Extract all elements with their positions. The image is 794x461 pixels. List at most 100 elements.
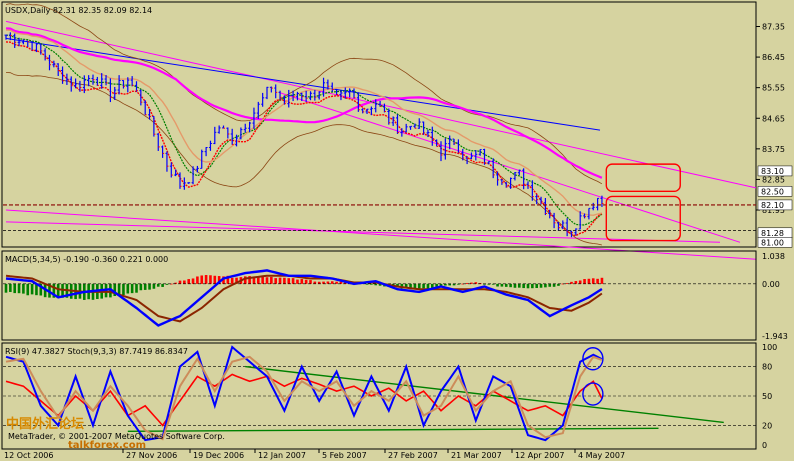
macd-histogram-bar [518,283,521,288]
macd-histogram-bar [417,283,421,289]
oscillator-tick-label: 20 [762,421,772,430]
macd-histogram-bar [209,275,212,284]
macd-histogram-bar [283,277,286,284]
macd-histogram-bar [296,279,299,284]
macd-histogram-bar [522,283,525,289]
price-panel-title: USDX,Daily 82.31 82.35 82.09 82.14 [5,6,152,15]
macd-histogram-bar [513,283,517,288]
macd-histogram-bar [161,283,164,287]
macd-histogram-bar [309,280,312,284]
macd-histogram-bar [30,283,34,295]
time-tick-label: 27 Feb 2007 [388,451,438,460]
macd-histogram-bar [274,278,277,284]
macd-histogram-bar [531,283,534,289]
macd-tick-label: 0.00 [762,280,780,289]
macd-histogram-bar [165,283,169,285]
macd-panel-title: MACD(5,34,5) -0.190 -0.360 0.221 0.000 [5,255,168,264]
macd-histogram-bar [539,283,543,288]
macd-histogram-bar [535,283,538,289]
oscillator-tick-label: 80 [762,363,772,372]
macd-histogram-bar [213,275,217,284]
macd-histogram-bar [544,283,547,288]
macd-histogram-bar [300,279,304,284]
time-tick-label: 4 May 2007 [578,451,625,460]
macd-histogram-bar [500,283,504,287]
macd-histogram-bar [578,280,582,284]
macd-histogram-bar [130,283,134,294]
macd-histogram-bar [504,283,508,287]
oscillator-tick-label: 0 [762,441,767,450]
macd-histogram-bar [304,279,308,284]
macd-histogram-bar [204,275,208,284]
price-tag-label: 81.00 [761,238,784,247]
macd-histogram-bar [191,278,195,284]
macd-histogram-bar [56,283,60,298]
macd-histogram-bar [230,277,234,284]
macd-histogram-bar [596,278,599,284]
price-tick-label: 85.55 [762,84,785,93]
macd-histogram-bar [196,276,199,284]
macd-histogram-bar [200,275,204,284]
macd-histogram-bar [587,278,591,284]
macd-histogram-bar [422,283,425,289]
macd-histogram-bar [4,283,8,293]
time-tick-label: 21 Mar 2007 [451,451,502,460]
oscillator-tick-label: 100 [762,343,777,352]
price-tag-label: 82.10 [761,201,784,210]
time-tick-label: 27 Nov 2006 [126,451,177,460]
price-tick-label: 82.85 [762,175,785,184]
time-tick-label: 5 Feb 2007 [322,451,367,460]
time-tick-label: 19 Dec 2006 [193,451,244,460]
macd-tick-label: 1.038 [762,252,785,261]
macd-histogram-bar [335,281,338,284]
macd-histogram-bar [22,283,25,294]
price-tick-label: 87.35 [762,22,785,31]
macd-histogram-bar [139,283,143,291]
macd-histogram-bar [326,281,330,284]
corner-date: 12 Oct 2006 [4,451,53,460]
macd-histogram-bar [583,279,586,284]
macd-histogram-bar [135,283,138,293]
oscillator-panel-title: RSI(9) 47.3827 Stoch(9,3,3) 87.7419 86.8… [5,347,188,356]
macd-histogram-bar [126,283,130,294]
price-tick-label: 84.65 [762,114,785,123]
macd-histogram-bar [183,280,186,284]
macd-histogram-bar [591,278,595,284]
macd-histogram-bar [509,283,512,288]
price-tick-label: 86.45 [762,53,785,62]
macd-histogram-bar [426,283,430,289]
macd-histogram-bar [143,283,147,290]
macd-histogram-bar [26,283,30,296]
time-tick-label: 12 Jan 2007 [258,451,306,460]
macd-histogram-bar [291,278,295,284]
macd-histogram-bar [496,283,499,287]
macd-histogram-bar [278,277,282,284]
macd-histogram-bar [552,283,556,287]
macd-histogram-bar [270,276,273,284]
macd-histogram-bar [526,283,530,289]
macd-histogram-bar [187,279,190,284]
macd-tick-label: -1.943 [762,332,788,341]
macd-histogram-bar [148,283,151,290]
macd-histogram-bar [9,283,12,292]
price-tag-label: 81.28 [761,229,784,238]
macd-histogram-bar [548,283,552,287]
price-tag-label: 82.50 [761,187,784,196]
macd-histogram-bar [313,281,317,284]
macd-histogram-bar [330,281,334,284]
macd-histogram-bar [317,281,321,284]
macd-histogram-bar [265,277,269,284]
forex-chart-window[interactable]: 87.3586.4585.5584.6583.7582.8581.9583.10… [0,0,794,461]
macd-histogram-bar [178,280,182,284]
oscillator-tick-label: 50 [762,392,772,401]
time-tick-label: 12 Apr 2007 [515,451,564,460]
price-tag-label: 83.10 [761,167,784,176]
macd-histogram-bar [287,278,291,284]
macd-histogram-bar [156,283,160,287]
macd-histogram-bar [152,283,156,289]
macd-histogram-bar [322,281,325,284]
macd-histogram-bar [13,283,16,294]
price-tick-label: 83.75 [762,145,785,154]
macd-histogram-bar [17,283,21,294]
macd-histogram-bar [574,281,578,284]
